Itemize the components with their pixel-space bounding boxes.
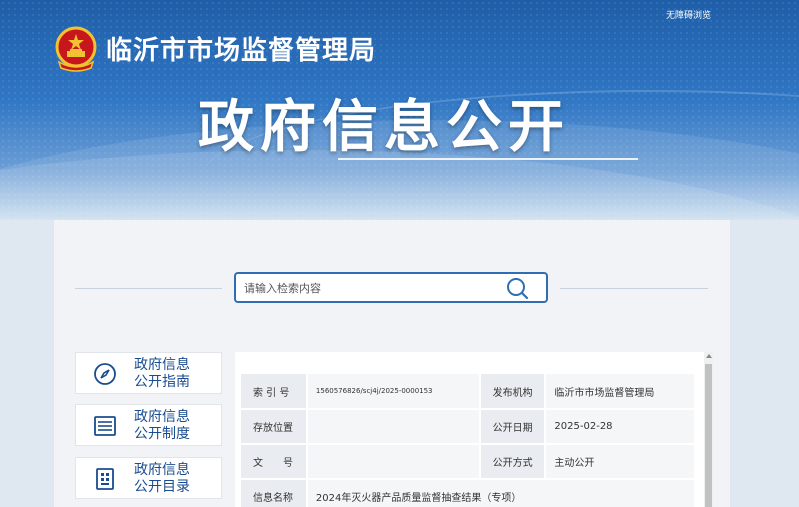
field-label: 发布机构 [479,374,547,410]
field-label: 文 号 [241,444,308,480]
field-label: 索 引 号 [241,374,308,410]
divider [560,288,708,289]
field-value: 1560576826/scj4j/2025-0000153 [306,374,481,410]
field-label: 公开日期 [479,409,547,445]
sidebar-item-label: 政府信息 公开制度 [134,409,190,442]
scroll-up-icon[interactable] [706,354,712,358]
org-name: 临沂市市场监督管理局 [106,36,377,66]
field-value: 2024年灭火器产品质量监督抽查结果（专项） [306,479,697,507]
search-input[interactable] [244,279,494,297]
field-value: 主动公开 [545,444,696,480]
title-underline [338,158,638,160]
field-value: 2025-02-28 [545,409,696,445]
field-value [306,444,481,480]
metadata-table: 索 引 号 1560576826/scj4j/2025-0000153 发布机构… [241,374,697,507]
sidebar-item-catalog[interactable]: 政府信息 公开目录 [75,457,222,499]
field-value [306,409,481,445]
sidebar-item-label: 政府信息 公开目录 [134,462,190,495]
field-value: 临沂市市场监督管理局 [545,374,696,410]
page-title: 政府信息公开 [198,95,570,160]
field-label: 存放位置 [241,409,308,445]
national-emblem-icon [55,26,97,72]
divider [75,288,222,289]
field-label: 公开方式 [479,444,547,480]
list-document-icon [94,416,116,436]
table-row: 存放位置 公开日期 2025-02-28 [241,409,696,445]
accessibility-link[interactable]: 无障碍浏览 [666,8,711,21]
sidebar-item-guide[interactable]: 政府信息 公开指南 [75,352,222,394]
table-row: 文 号 公开方式 主动公开 [241,444,696,480]
table-row: 信息名称 2024年灭火器产品质量监督抽查结果（专项） [241,479,697,507]
table-row: 索 引 号 1560576826/scj4j/2025-0000153 发布机构… [241,374,696,410]
compass-icon [94,363,116,385]
search-box [234,272,548,303]
sidebar-item-label: 政府信息 公开指南 [134,357,190,390]
scroll-thumb[interactable] [705,364,712,507]
sidebar-item-system[interactable]: 政府信息 公开制度 [75,404,222,446]
scrollbar[interactable] [704,352,713,507]
search-icon[interactable] [506,277,528,299]
grid-document-icon [96,468,114,490]
field-label: 信息名称 [241,479,308,507]
